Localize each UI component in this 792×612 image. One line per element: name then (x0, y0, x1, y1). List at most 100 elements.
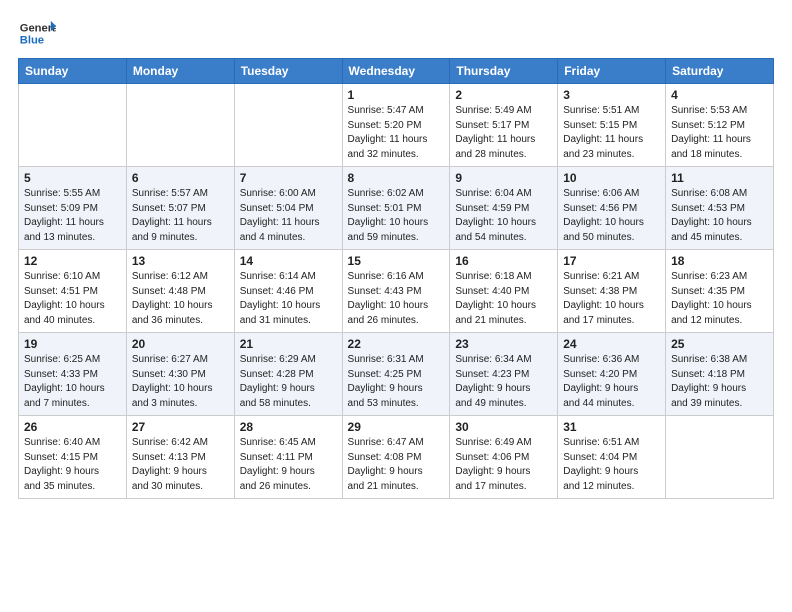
day-info: Sunrise: 6:29 AM Sunset: 4:28 PM Dayligh… (240, 353, 337, 411)
day-cell: 17 Sunrise: 6:21 AM Sunset: 4:38 PM Dayli… (558, 250, 666, 333)
day-number: 24 (563, 337, 660, 351)
day-number: 7 (240, 171, 337, 185)
day-info: Sunrise: 5:51 AM Sunset: 5:15 PM Dayligh… (563, 104, 660, 162)
day-info: Sunrise: 6:38 AM Sunset: 4:18 PM Dayligh… (671, 353, 768, 411)
day-cell: 31Sunrise: 6:51 AM Sunset: 4:04 PM Dayli… (558, 416, 666, 499)
day-cell: 1 Sunrise: 5:47 AM Sunset: 5:20 PM Daylig… (342, 84, 450, 167)
day-info: Sunrise: 6:27 AM Sunset: 4:30 PM Dayligh… (132, 353, 229, 411)
day-info: Sunrise: 6:00 AM Sunset: 5:04 PM Dayligh… (240, 187, 337, 245)
logo-icon: General Blue (18, 14, 56, 52)
calendar-page: General Blue SundayMondayTuesdayWednesda… (0, 0, 792, 612)
day-number: 11 (671, 171, 768, 185)
weekday-header-wednesday: Wednesday (342, 59, 450, 84)
day-info: Sunrise: 6:10 AM Sunset: 4:51 PM Dayligh… (24, 270, 121, 328)
day-info: Sunrise: 6:21 AM Sunset: 4:38 PM Dayligh… (563, 270, 660, 328)
week-row-2: 5 Sunrise: 5:55 AM Sunset: 5:09 PM Daylig… (19, 167, 774, 250)
day-cell: 5 Sunrise: 5:55 AM Sunset: 5:09 PM Daylig… (19, 167, 127, 250)
day-info: Sunrise: 6:25 AM Sunset: 4:33 PM Dayligh… (24, 353, 121, 411)
weekday-header-saturday: Saturday (666, 59, 774, 84)
day-info: Sunrise: 6:31 AM Sunset: 4:25 PM Dayligh… (348, 353, 445, 411)
day-number: 4 (671, 88, 768, 102)
day-info: Sunrise: 5:57 AM Sunset: 5:07 PM Dayligh… (132, 187, 229, 245)
day-info: Sunrise: 6:16 AM Sunset: 4:43 PM Dayligh… (348, 270, 445, 328)
day-cell: 26Sunrise: 6:40 AM Sunset: 4:15 PM Dayli… (19, 416, 127, 499)
week-row-1: 1 Sunrise: 5:47 AM Sunset: 5:20 PM Daylig… (19, 84, 774, 167)
day-cell (126, 84, 234, 167)
weekday-header-thursday: Thursday (450, 59, 558, 84)
day-info: Sunrise: 6:42 AM Sunset: 4:13 PM Dayligh… (132, 436, 229, 494)
week-row-5: 26Sunrise: 6:40 AM Sunset: 4:15 PM Dayli… (19, 416, 774, 499)
day-cell: 21 Sunrise: 6:29 AM Sunset: 4:28 PM Dayli… (234, 333, 342, 416)
day-cell: 14 Sunrise: 6:14 AM Sunset: 4:46 PM Dayli… (234, 250, 342, 333)
day-cell: 11 Sunrise: 6:08 AM Sunset: 4:53 PM Dayli… (666, 167, 774, 250)
day-cell: 29Sunrise: 6:47 AM Sunset: 4:08 PM Dayli… (342, 416, 450, 499)
day-info: Sunrise: 6:12 AM Sunset: 4:48 PM Dayligh… (132, 270, 229, 328)
weekday-header-tuesday: Tuesday (234, 59, 342, 84)
day-cell: 28Sunrise: 6:45 AM Sunset: 4:11 PM Dayli… (234, 416, 342, 499)
day-info: Sunrise: 6:14 AM Sunset: 4:46 PM Dayligh… (240, 270, 337, 328)
day-number: 26 (24, 420, 121, 434)
day-number: 3 (563, 88, 660, 102)
day-info: Sunrise: 5:47 AM Sunset: 5:20 PM Dayligh… (348, 104, 445, 162)
day-number: 18 (671, 254, 768, 268)
day-number: 22 (348, 337, 445, 351)
logo: General Blue (18, 14, 56, 52)
day-number: 23 (455, 337, 552, 351)
day-cell: 2 Sunrise: 5:49 AM Sunset: 5:17 PM Daylig… (450, 84, 558, 167)
day-number: 30 (455, 420, 552, 434)
day-number: 16 (455, 254, 552, 268)
day-number: 15 (348, 254, 445, 268)
day-number: 2 (455, 88, 552, 102)
day-number: 14 (240, 254, 337, 268)
day-cell: 4 Sunrise: 5:53 AM Sunset: 5:12 PM Daylig… (666, 84, 774, 167)
day-number: 9 (455, 171, 552, 185)
day-number: 21 (240, 337, 337, 351)
day-cell: 7 Sunrise: 6:00 AM Sunset: 5:04 PM Daylig… (234, 167, 342, 250)
day-cell: 8Sunrise: 6:02 AM Sunset: 5:01 PM Daylig… (342, 167, 450, 250)
day-cell: 22 Sunrise: 6:31 AM Sunset: 4:25 PM Dayli… (342, 333, 450, 416)
day-info: Sunrise: 6:34 AM Sunset: 4:23 PM Dayligh… (455, 353, 552, 411)
week-row-3: 12 Sunrise: 6:10 AM Sunset: 4:51 PM Dayli… (19, 250, 774, 333)
weekday-header-sunday: Sunday (19, 59, 127, 84)
day-cell: 12 Sunrise: 6:10 AM Sunset: 4:51 PM Dayli… (19, 250, 127, 333)
day-cell: 13 Sunrise: 6:12 AM Sunset: 4:48 PM Dayli… (126, 250, 234, 333)
day-number: 6 (132, 171, 229, 185)
day-info: Sunrise: 6:18 AM Sunset: 4:40 PM Dayligh… (455, 270, 552, 328)
day-info: Sunrise: 6:45 AM Sunset: 4:11 PM Dayligh… (240, 436, 337, 494)
day-cell: 15 Sunrise: 6:16 AM Sunset: 4:43 PM Dayli… (342, 250, 450, 333)
day-number: 27 (132, 420, 229, 434)
day-info: Sunrise: 5:49 AM Sunset: 5:17 PM Dayligh… (455, 104, 552, 162)
day-info: Sunrise: 6:49 AM Sunset: 4:06 PM Dayligh… (455, 436, 552, 494)
day-cell (234, 84, 342, 167)
day-cell: 23 Sunrise: 6:34 AM Sunset: 4:23 PM Dayli… (450, 333, 558, 416)
day-cell: 20 Sunrise: 6:27 AM Sunset: 4:30 PM Dayli… (126, 333, 234, 416)
day-number: 8 (348, 171, 445, 185)
day-cell: 16 Sunrise: 6:18 AM Sunset: 4:40 PM Dayli… (450, 250, 558, 333)
day-info: Sunrise: 6:08 AM Sunset: 4:53 PM Dayligh… (671, 187, 768, 245)
day-number: 13 (132, 254, 229, 268)
day-info: Sunrise: 6:51 AM Sunset: 4:04 PM Dayligh… (563, 436, 660, 494)
day-cell: 27 Sunrise: 6:42 AM Sunset: 4:13 PM Dayli… (126, 416, 234, 499)
day-cell: 24 Sunrise: 6:36 AM Sunset: 4:20 PM Dayli… (558, 333, 666, 416)
header: General Blue (18, 10, 774, 52)
day-cell: 25Sunrise: 6:38 AM Sunset: 4:18 PM Dayli… (666, 333, 774, 416)
day-cell: 10Sunrise: 6:06 AM Sunset: 4:56 PM Dayli… (558, 167, 666, 250)
calendar-table: SundayMondayTuesdayWednesdayThursdayFrid… (18, 58, 774, 499)
day-cell: 30 Sunrise: 6:49 AM Sunset: 4:06 PM Dayli… (450, 416, 558, 499)
day-info: Sunrise: 5:55 AM Sunset: 5:09 PM Dayligh… (24, 187, 121, 245)
day-number: 1 (348, 88, 445, 102)
day-number: 10 (563, 171, 660, 185)
day-number: 19 (24, 337, 121, 351)
day-cell: 9Sunrise: 6:04 AM Sunset: 4:59 PM Daylig… (450, 167, 558, 250)
day-info: Sunrise: 6:23 AM Sunset: 4:35 PM Dayligh… (671, 270, 768, 328)
day-info: Sunrise: 6:36 AM Sunset: 4:20 PM Dayligh… (563, 353, 660, 411)
day-cell (666, 416, 774, 499)
day-cell: 18 Sunrise: 6:23 AM Sunset: 4:35 PM Dayli… (666, 250, 774, 333)
day-number: 20 (132, 337, 229, 351)
svg-text:General: General (20, 22, 56, 34)
day-number: 12 (24, 254, 121, 268)
weekday-header-monday: Monday (126, 59, 234, 84)
day-info: Sunrise: 5:53 AM Sunset: 5:12 PM Dayligh… (671, 104, 768, 162)
day-number: 5 (24, 171, 121, 185)
day-number: 17 (563, 254, 660, 268)
